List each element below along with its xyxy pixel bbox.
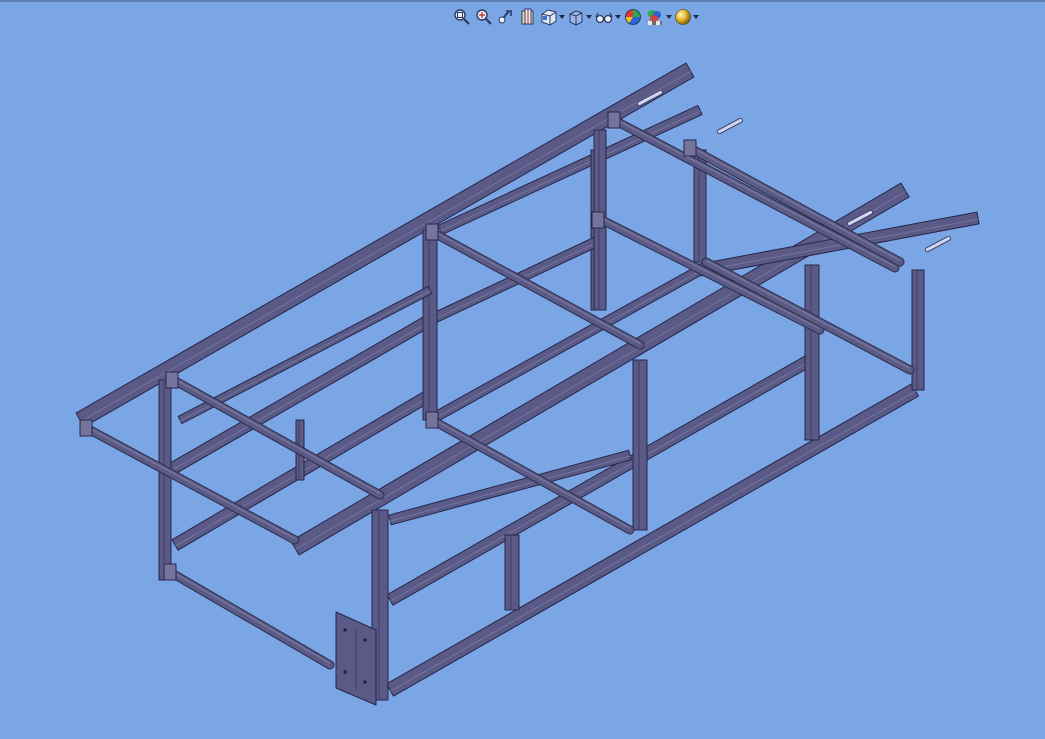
edit-appearance-icon xyxy=(625,9,641,25)
beam-slot xyxy=(716,117,744,135)
cross-tube-front-bottom-highlight xyxy=(169,569,331,665)
view-settings-button[interactable] xyxy=(674,7,699,27)
back-inner-top-rail xyxy=(437,104,703,236)
mount-plate xyxy=(607,111,621,129)
left-post-front xyxy=(158,379,172,581)
frame-model[interactable] xyxy=(0,0,1045,739)
mount-plate xyxy=(683,139,697,157)
view-orientation-button[interactable] xyxy=(540,7,565,27)
zoom-to-fit-icon xyxy=(454,9,470,25)
view-orientation-dropdown-icon[interactable] xyxy=(558,15,565,19)
section-view-icon xyxy=(521,8,534,25)
graphics-viewport[interactable] xyxy=(0,0,1045,739)
apply-scene-dropdown-icon[interactable] xyxy=(665,15,672,19)
cross-tube-front-outer-highlight xyxy=(89,427,296,540)
display-style-button[interactable] xyxy=(567,7,592,27)
cross-tube-mid-top xyxy=(428,228,644,349)
edit-appearance-button[interactable] xyxy=(623,7,643,27)
cross-tube-front-top-highlight xyxy=(169,375,381,495)
right-bottom-rail xyxy=(386,383,919,697)
hide-show-items-button[interactable] xyxy=(594,7,621,27)
view-settings-icon xyxy=(675,9,691,25)
view-orientation-icon xyxy=(541,9,557,26)
zoom-to-area-button[interactable] xyxy=(474,7,494,27)
mount-plate xyxy=(165,371,179,389)
end-plate-hole xyxy=(363,680,367,684)
beam-slot xyxy=(924,235,952,253)
left-post-mid xyxy=(422,229,438,421)
end-plate-hole xyxy=(363,638,367,642)
apply-scene-icon xyxy=(648,10,662,25)
zoom-to-area-icon xyxy=(476,9,492,25)
mount-plate xyxy=(79,419,93,437)
back-frame-bottom-rail xyxy=(427,265,703,425)
section-view-button[interactable] xyxy=(518,7,538,27)
end-plate-hole xyxy=(343,628,347,632)
right-post-rear xyxy=(804,264,820,441)
hide-show-items-icon xyxy=(595,12,613,24)
cross-tube-mid-top-highlight xyxy=(431,229,641,345)
mount-plate xyxy=(425,223,439,241)
heads-up-view-toolbar xyxy=(452,6,699,28)
display-style-dropdown-icon[interactable] xyxy=(585,15,592,19)
hide-show-items-dropdown-icon[interactable] xyxy=(614,15,621,19)
end-plate-hole xyxy=(343,670,347,674)
right-post-mid xyxy=(632,359,648,531)
previous-view-icon xyxy=(498,10,512,24)
mount-plate xyxy=(591,211,605,229)
display-style-icon xyxy=(569,10,583,26)
mount-plate xyxy=(425,411,439,429)
mount-plate xyxy=(163,563,177,581)
apply-scene-button[interactable] xyxy=(645,7,672,27)
cross-tube-front-bottom xyxy=(166,568,334,669)
zoom-to-fit-button[interactable] xyxy=(452,7,472,27)
view-settings-dropdown-icon[interactable] xyxy=(692,15,699,19)
right-post-lower-stub xyxy=(504,534,520,611)
previous-view-button[interactable] xyxy=(496,7,516,27)
